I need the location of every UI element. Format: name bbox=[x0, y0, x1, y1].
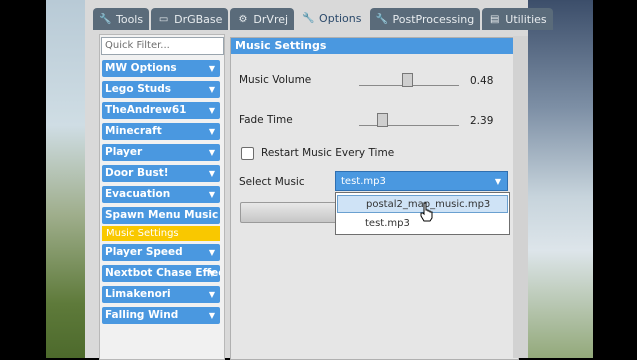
chevron-down-icon: ▼ bbox=[208, 64, 215, 73]
quick-filter-input[interactable]: Quick Filter... bbox=[101, 37, 224, 55]
tab-label: PostProcessing bbox=[392, 12, 475, 26]
device-icon: ▭ bbox=[158, 13, 169, 25]
chevron-down-icon: ▼ bbox=[208, 248, 215, 257]
chevron-down-icon: ▼ bbox=[208, 269, 215, 278]
category-evacuation[interactable]: Evacuation ▼ bbox=[102, 186, 220, 203]
chevron-down-icon: ▼ bbox=[208, 148, 215, 157]
category-label: Player Speed bbox=[105, 246, 183, 258]
chevron-down-icon: ▼ bbox=[208, 169, 215, 178]
category-label: Player bbox=[105, 146, 143, 158]
panel-title: Music Settings bbox=[231, 38, 518, 54]
wrench-icon: 🔧 bbox=[302, 12, 315, 24]
tab-drgbase[interactable]: ▭ DrGBase bbox=[151, 8, 229, 30]
chevron-down-icon: ▼ bbox=[208, 85, 215, 94]
gear-icon: ⚙ bbox=[238, 13, 248, 25]
category-label: MW Options bbox=[105, 62, 177, 74]
category-label: Nextbot Chase Effect bbox=[105, 267, 220, 279]
restart-music-checkbox[interactable] bbox=[241, 147, 254, 160]
fade-time-knob[interactable] bbox=[377, 113, 388, 127]
tab-postprocessing[interactable]: 🔧 PostProcessing bbox=[369, 8, 481, 30]
hand-cursor-icon bbox=[420, 202, 433, 222]
category-sidebar: Quick Filter... MW Options ▼ Lego Studs ▼ … bbox=[99, 34, 225, 360]
fade-time-label: Fade Time bbox=[239, 114, 293, 126]
tab-label: Options bbox=[319, 11, 362, 25]
wrench-icon: 🔧 bbox=[99, 13, 112, 25]
category-spawn-menu-music[interactable]: Spawn Menu Music bbox=[102, 207, 220, 224]
fade-time-value[interactable]: 2.39 bbox=[470, 115, 493, 127]
restart-music-label: Restart Music Every Time bbox=[261, 147, 395, 159]
tab-tools[interactable]: 🔧 Tools bbox=[93, 8, 150, 30]
tag-icon: ▤ bbox=[490, 13, 500, 25]
select-music-label: Select Music bbox=[239, 176, 305, 188]
music-volume-value[interactable]: 0.48 bbox=[470, 75, 493, 87]
tab-utilities[interactable]: ▤ Utilities bbox=[482, 8, 553, 30]
category-label: TheAndrew61 bbox=[105, 104, 187, 116]
select-music-value: test.mp3 bbox=[341, 176, 386, 187]
category-label: Falling Wind bbox=[105, 309, 179, 321]
category-theandrew61[interactable]: TheAndrew61 ▼ bbox=[102, 102, 220, 119]
fade-time-slider[interactable] bbox=[359, 125, 459, 126]
sidebar-item-music-settings[interactable]: Music Settings bbox=[102, 226, 220, 241]
tab-label: Utilities bbox=[505, 12, 547, 26]
window-scrollbar[interactable] bbox=[513, 36, 528, 358]
chevron-down-icon: ▼ bbox=[208, 127, 215, 136]
tab-options[interactable]: 🔧 Options bbox=[296, 6, 368, 30]
settings-panel: Music Settings Music Volume 0.48 Fade Ti… bbox=[230, 37, 519, 360]
chevron-down-icon: ▼ bbox=[208, 290, 215, 299]
category-label: Minecraft bbox=[105, 125, 162, 137]
apply-button[interactable] bbox=[240, 202, 337, 223]
category-limakenori[interactable]: Limakenori ▼ bbox=[102, 286, 220, 303]
letterbox-left bbox=[0, 0, 46, 358]
chevron-down-icon: ▼ bbox=[208, 311, 215, 320]
music-volume-label: Music Volume bbox=[239, 74, 312, 86]
wrench-icon: 🔧 bbox=[375, 13, 389, 25]
music-volume-knob[interactable] bbox=[402, 73, 413, 87]
select-music-dropdown[interactable]: test.mp3 ▼ bbox=[335, 171, 508, 191]
category-label: Evacuation bbox=[105, 188, 171, 200]
category-label: Lego Studs bbox=[105, 83, 172, 95]
category-mw-options[interactable]: MW Options ▼ bbox=[102, 60, 220, 77]
chevron-down-icon: ▼ bbox=[494, 177, 501, 186]
category-lego-studs[interactable]: Lego Studs ▼ bbox=[102, 81, 220, 98]
tab-bar: 🔧 Tools ▭ DrGBase ⚙ DrVrej 🔧 Options 🔧 P… bbox=[85, 6, 553, 30]
category-nextbot-chase-effect[interactable]: Nextbot Chase Effect ▼ bbox=[102, 265, 220, 282]
letterbox-right bbox=[593, 0, 637, 358]
category-label: Spawn Menu Music bbox=[105, 209, 219, 221]
category-falling-wind[interactable]: Falling Wind ▼ bbox=[102, 307, 220, 324]
chevron-down-icon: ▼ bbox=[208, 106, 215, 115]
tab-label: DrVrej bbox=[253, 12, 289, 26]
category-label: Limakenori bbox=[105, 288, 171, 300]
tab-label: DrGBase bbox=[174, 12, 223, 26]
tab-drvrej[interactable]: ⚙ DrVrej bbox=[230, 8, 295, 30]
spawn-menu-window: 🔧 Tools ▭ DrGBase ⚙ DrVrej 🔧 Options 🔧 P… bbox=[85, 0, 553, 360]
category-player-speed[interactable]: Player Speed ▼ bbox=[102, 244, 220, 261]
chevron-down-icon: ▼ bbox=[208, 190, 215, 199]
tab-label: Tools bbox=[116, 12, 144, 26]
category-minecraft[interactable]: Minecraft ▼ bbox=[102, 123, 220, 140]
category-door-bust[interactable]: Door Bust! ▼ bbox=[102, 165, 220, 182]
category-label: Door Bust! bbox=[105, 167, 169, 179]
category-player[interactable]: Player ▼ bbox=[102, 144, 220, 161]
